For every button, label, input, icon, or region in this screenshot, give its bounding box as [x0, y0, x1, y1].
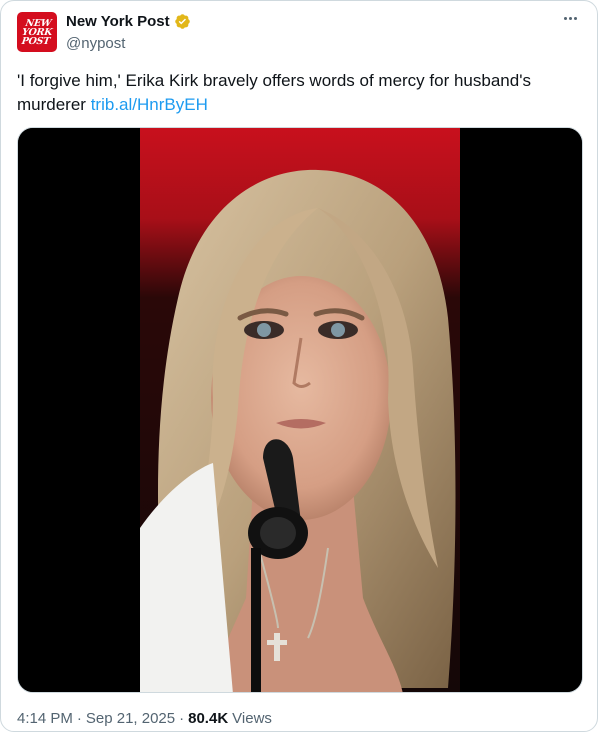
views-count[interactable]: 80.4K	[188, 710, 228, 727]
tweet-media[interactable]	[17, 127, 583, 693]
tweet-link[interactable]: trib.al/HnrByEH	[91, 95, 208, 114]
tweet-date[interactable]: Sep 21, 2025	[86, 710, 175, 727]
tweet-text: 'I forgive him,' Erika Kirk bravely offe…	[17, 69, 583, 117]
account-avatar[interactable]: NEW YORK POST	[17, 12, 57, 52]
account-handle[interactable]: @nypost	[66, 35, 125, 52]
meta-separator: ·	[76, 710, 82, 727]
tweet-time[interactable]: 4:14 PM	[17, 710, 73, 727]
nypost-logo: NEW YORK POST	[20, 18, 54, 47]
views-label: Views	[232, 710, 272, 727]
more-dot	[568, 16, 572, 20]
more-options-button[interactable]	[559, 9, 581, 27]
more-dot	[573, 16, 577, 20]
name-row: New York Post	[66, 13, 191, 30]
verified-badge-icon	[174, 14, 190, 29]
meta-separator: ·	[179, 710, 185, 727]
logo-line-3: POST	[20, 35, 51, 47]
tweet-metadata: 4:14 PM · Sep 21, 2025 · 80.4K Views	[17, 710, 272, 727]
video-thumbnail-image	[18, 128, 582, 692]
more-horizontal-icon	[563, 16, 567, 20]
tweet-card[interactable]: NEW YORK POST New York Post @nypost 'I f…	[0, 0, 598, 732]
display-name[interactable]: New York Post	[66, 13, 170, 30]
